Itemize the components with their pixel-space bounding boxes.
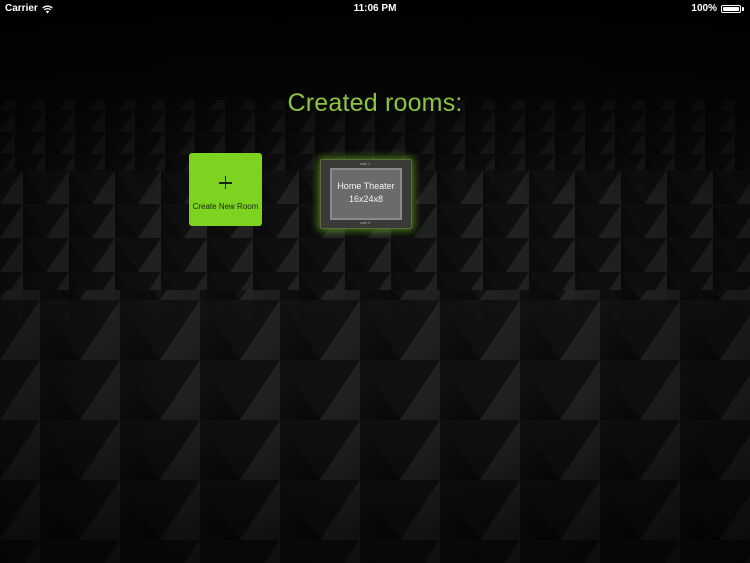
page-title: Created rooms: [287,89,463,117]
room-name: Home Theater [337,181,395,191]
battery-tip [742,7,744,11]
status-right: 100% [691,0,744,18]
room-wall-bottom-mark: wall 3 [360,220,371,225]
status-bar: Carrier 11:06 PM 100% [0,0,750,18]
battery-icon [721,5,741,13]
room-floorplan: Home Theater 16x24x8 [330,168,402,220]
acoustic-foam-background [0,0,750,563]
create-new-room-label: Create New Room [192,202,259,211]
create-new-room-button[interactable]: Create New Room [189,153,262,226]
room-tile-home-theater[interactable]: wall 1 wall 3 Home Theater 16x24x8 [320,159,412,229]
status-time: 11:06 PM [353,3,397,14]
room-dimensions: 16x24x8 [348,194,384,204]
plus-icon [189,175,262,191]
battery-fill [723,7,739,11]
room-wall-top-mark: wall 1 [360,161,371,166]
battery-percent: 100% [691,3,717,14]
room-list-screen: Carrier 11:06 PM 100% Created rooms: Cre… [0,0,750,563]
